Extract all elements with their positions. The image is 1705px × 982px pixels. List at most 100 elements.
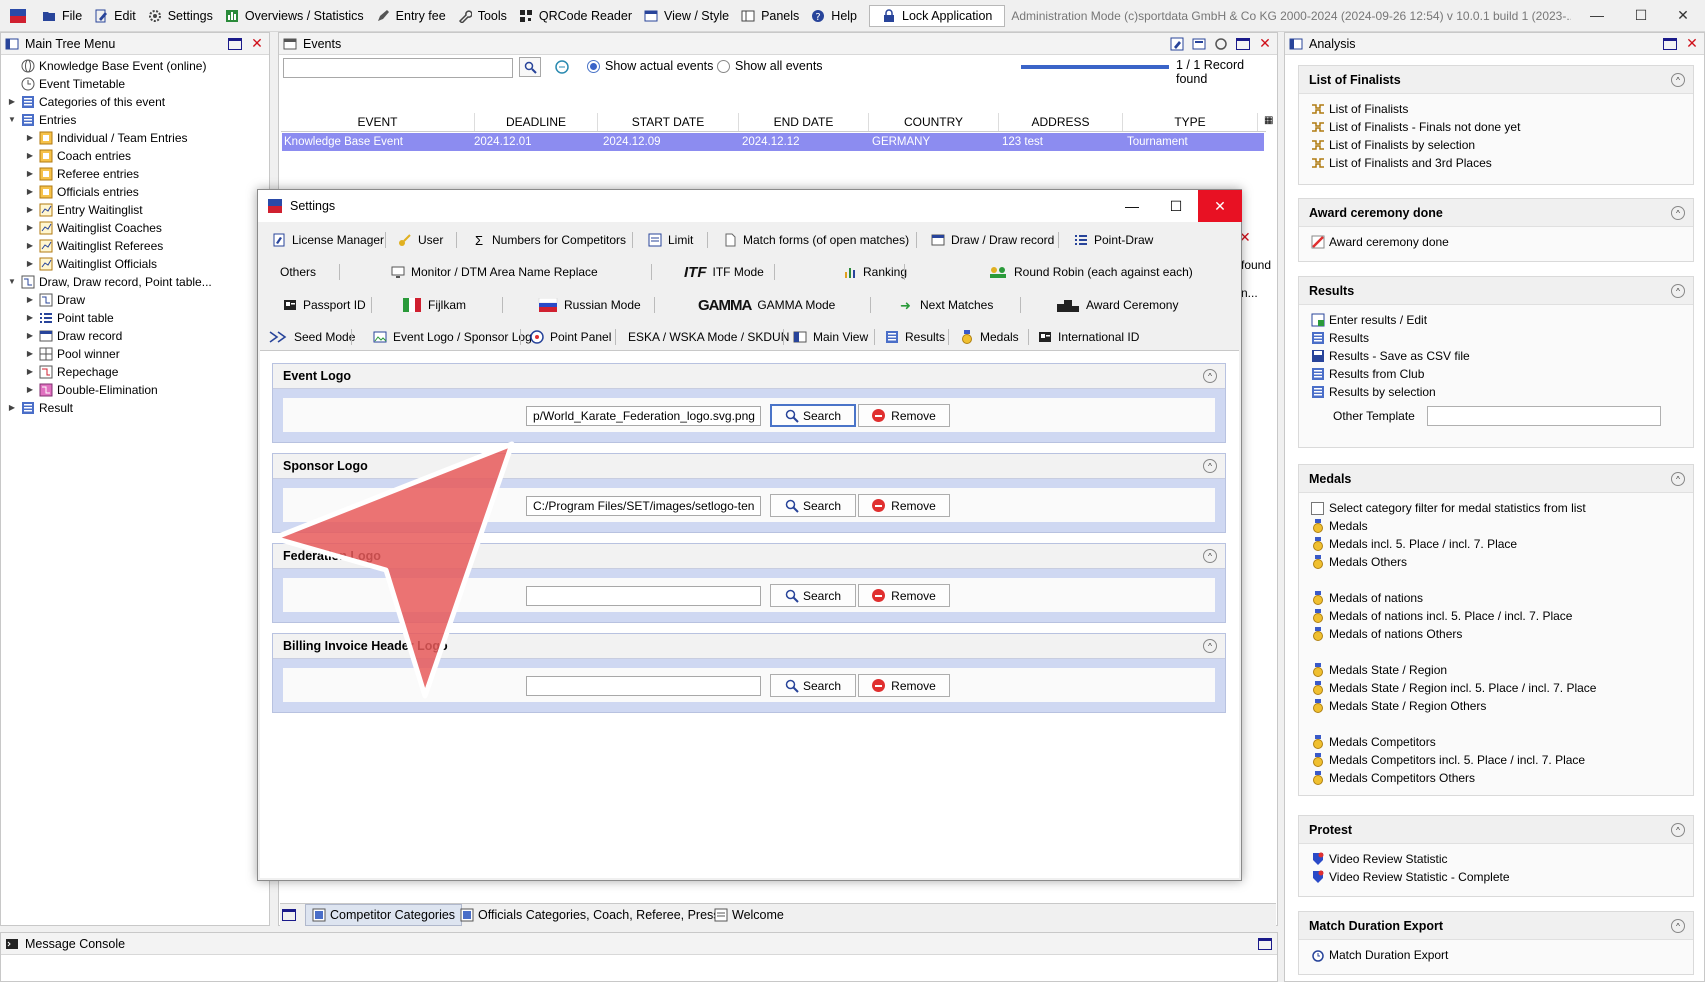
events-refresh-icon[interactable] — [1213, 36, 1229, 51]
collapse-icon[interactable]: ^ — [1671, 823, 1685, 837]
sponsor-logo-remove-button[interactable]: Remove — [858, 494, 950, 517]
menu-qrcode-reader[interactable]: QRCode Reader — [513, 3, 638, 29]
list-item[interactable]: Medals incl. 5. Place / incl. 7. Place — [1299, 535, 1693, 553]
bottom-tab-maximize[interactable] — [282, 904, 296, 926]
list-item[interactable]: Medals Others — [1299, 553, 1693, 571]
event-logo-search-button[interactable]: Search — [770, 404, 856, 427]
sponsor-logo-search-button[interactable]: Search — [770, 494, 856, 517]
column-chooser-icon[interactable]: ▦ — [1264, 115, 1276, 127]
list-item[interactable]: Enter results / Edit — [1299, 311, 1693, 329]
events-open-icon[interactable] — [1191, 36, 1207, 51]
menu-settings[interactable]: Settings — [142, 3, 219, 29]
col-end-date[interactable]: END DATE — [739, 113, 869, 131]
tree-maximize-button[interactable] — [227, 36, 243, 51]
tab-match-forms[interactable]: Match forms (of open matches) — [723, 226, 909, 254]
checkbox-icon[interactable] — [1311, 501, 1324, 515]
tab-award-ceremony[interactable]: Award Ceremony — [1056, 291, 1178, 319]
settings-minimize-button[interactable]: — — [1110, 190, 1154, 222]
collapse-icon[interactable]: ^ — [1203, 369, 1217, 383]
tab-point-panel[interactable]: Point Panel — [530, 323, 611, 351]
collapse-icon[interactable]: ^ — [1203, 459, 1217, 473]
list-item[interactable]: Video Review Statistic - Complete — [1299, 868, 1693, 886]
tree-item-waitinglist-referees[interactable]: ▶ Waitinglist Referees — [25, 237, 163, 254]
close-window-button[interactable]: ✕ — [1661, 0, 1705, 30]
tree-item-draw-record[interactable]: ▶ Draw record — [25, 327, 122, 344]
analysis-close-button[interactable]: ✕ — [1684, 35, 1700, 51]
tree-item-waitinglist-officials[interactable]: ▶ Waitinglist Officials — [25, 255, 157, 272]
tree-item-entries[interactable]: ▼ Entries — [7, 111, 76, 128]
tab-limit[interactable]: Limit — [648, 226, 693, 254]
tab-user[interactable]: User — [398, 226, 443, 254]
menu-panels[interactable]: Panels — [735, 3, 805, 29]
list-item[interactable]: Medals State / Region incl. 5. Place / i… — [1299, 679, 1693, 697]
tab-competitor-categories[interactable]: Competitor Categories — [305, 904, 463, 926]
list-item[interactable]: List of Finalists — [1299, 100, 1693, 118]
list-item[interactable]: Video Review Statistic — [1299, 850, 1693, 868]
analysis-maximize-button[interactable] — [1662, 36, 1678, 51]
billing-logo-search-button[interactable]: Search — [770, 674, 856, 697]
billing-logo-path-field[interactable] — [526, 676, 761, 696]
event-logo-remove-button[interactable]: Remove — [858, 404, 950, 427]
list-item[interactable]: Medals of nations Others — [1299, 625, 1693, 643]
collapse-icon[interactable]: ^ — [1203, 549, 1217, 563]
events-maximize-button[interactable] — [1235, 36, 1251, 51]
event-logo-path-field[interactable]: p/World_Karate_Federation_logo.svg.png — [526, 406, 761, 426]
collapse-arrow-icon[interactable]: ▼ — [7, 115, 17, 124]
list-item[interactable]: Medals Competitors — [1299, 733, 1693, 751]
federation-logo-path-field[interactable] — [526, 586, 761, 606]
list-item[interactable]: Results by selection — [1299, 383, 1693, 401]
col-address[interactable]: ADDRESS — [999, 113, 1123, 131]
other-template-input[interactable] — [1427, 406, 1661, 426]
list-item[interactable]: Medals State / Region — [1299, 661, 1693, 679]
menu-entry-fee[interactable]: Entry fee — [370, 3, 452, 29]
radio-show-actual-events[interactable]: Show actual events — [587, 59, 713, 73]
federation-logo-remove-button[interactable]: Remove — [858, 584, 950, 607]
list-item[interactable]: Match Duration Export — [1299, 946, 1693, 964]
tab-round-robin[interactable]: Round Robin (each against each) — [988, 258, 1193, 286]
expand-arrow-icon[interactable]: ▶ — [7, 97, 17, 106]
lock-application-button[interactable]: Lock Application — [869, 4, 1006, 27]
col-type[interactable]: TYPE — [1123, 113, 1258, 131]
tree-item-waitinglist-coaches[interactable]: ▶ Waitinglist Coaches — [25, 219, 162, 236]
list-item[interactable]: Medals Competitors incl. 5. Place / incl… — [1299, 751, 1693, 769]
menu-overviews[interactable]: Overviews / Statistics — [219, 3, 370, 29]
tab-medals[interactable]: Medals — [960, 323, 1019, 351]
tab-passport-id[interactable]: Passport ID — [283, 291, 366, 319]
tree-item-draw[interactable]: ▶ Draw — [25, 291, 85, 308]
col-event[interactable]: EVENT — [281, 113, 475, 131]
tree-item-event[interactable]: Knowledge Base Event (online) — [7, 57, 206, 74]
settings-close-button[interactable]: ✕ — [1198, 190, 1242, 222]
minimize-window-button[interactable]: — — [1575, 0, 1619, 30]
tree-item-referee-entries[interactable]: ▶ Referee entries — [25, 165, 139, 182]
tree-item-double-elimination[interactable]: ▶ Double-Elimination — [25, 381, 158, 398]
collapse-icon[interactable]: ^ — [1203, 639, 1217, 653]
tab-welcome[interactable]: Welcome — [714, 904, 784, 926]
list-item[interactable]: Medals State / Region Others — [1299, 697, 1693, 715]
list-item[interactable]: List of Finalists and 3rd Places — [1299, 154, 1693, 172]
tree-item-individual-entries[interactable]: ▶ Individual / Team Entries — [25, 129, 188, 146]
menu-file[interactable]: File — [36, 3, 88, 29]
list-item[interactable]: Medals of nations — [1299, 589, 1693, 607]
federation-logo-search-button[interactable]: Search — [770, 584, 856, 607]
tab-results[interactable]: Results — [885, 323, 945, 351]
tree-item-coach-entries[interactable]: ▶ Coach entries — [25, 147, 131, 164]
list-item[interactable]: Award ceremony done — [1299, 233, 1693, 251]
tab-seed-mode[interactable]: Seed Mode — [268, 323, 355, 351]
tab-monitor-dtm[interactable]: Monitor / DTM Area Name Replace — [391, 258, 598, 286]
tree-item-officials-entries[interactable]: ▶ Officials entries — [25, 183, 139, 200]
events-search-input[interactable] — [283, 58, 513, 78]
tree-item-pool-winner[interactable]: ▶ Pool winner — [25, 345, 120, 362]
collapse-icon[interactable]: ^ — [1671, 472, 1685, 486]
collapse-icon[interactable]: ^ — [1671, 919, 1685, 933]
console-maximize-button[interactable] — [1257, 936, 1273, 951]
radio-show-all-events[interactable]: Show all events — [717, 59, 823, 73]
tree-close-button[interactable]: ✕ — [249, 35, 265, 51]
tab-international-id[interactable]: International ID — [1038, 323, 1139, 351]
tab-draw-record[interactable]: Draw / Draw record — [931, 226, 1054, 254]
list-item[interactable]: Medals — [1299, 517, 1693, 535]
sponsor-logo-path-field[interactable]: C:/Program Files/SET/images/setlogo-ten — [526, 496, 761, 516]
tree-item-categories[interactable]: ▶ Categories of this event — [7, 93, 165, 110]
tab-event-logo-sponsor-logo[interactable]: Event Logo / Sponsor Logo — [361, 323, 551, 353]
tab-license-manager[interactable]: License Manager — [272, 226, 384, 254]
events-close-button[interactable]: ✕ — [1257, 35, 1273, 51]
